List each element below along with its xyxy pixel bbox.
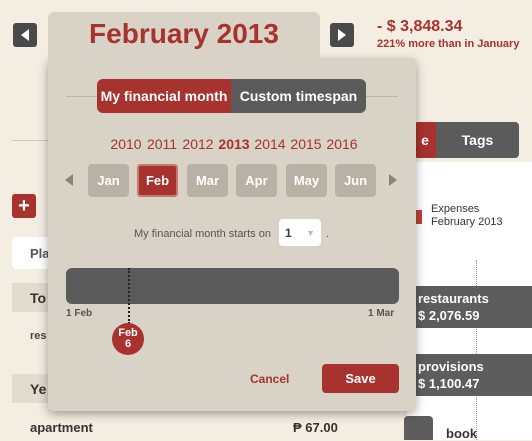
year-2011[interactable]: 2011 [144, 136, 180, 152]
plus-icon: + [18, 194, 30, 217]
month-comparison: 221% more than in January [377, 38, 520, 50]
cancel-button[interactable]: Cancel [250, 372, 289, 386]
year-2015[interactable]: 2015 [288, 136, 324, 152]
section-year: Ye [12, 374, 48, 403]
months-next-button[interactable] [389, 174, 397, 186]
category-amount: $ 1,100.47 [418, 376, 480, 391]
start-day-value: 1 [285, 225, 292, 240]
category-card[interactable]: restaurants $ 2,076.59 [410, 286, 532, 328]
marker-day: 6 [124, 338, 132, 350]
category-name: provisions [418, 359, 484, 374]
year-2012[interactable]: 2012 [180, 136, 216, 152]
year-2013[interactable]: 2013 [216, 136, 252, 152]
chevron-right-icon [389, 174, 397, 186]
month-jan[interactable]: Jan [88, 164, 129, 197]
start-day-suffix: . [326, 228, 330, 240]
month-mar[interactable]: Mar [187, 164, 228, 197]
category-amount: $ 2,076.59 [418, 308, 480, 323]
category-name: book [446, 426, 478, 441]
timeline-marker-line [128, 268, 130, 324]
tab-custom-timespan[interactable]: Custom timespan [231, 79, 366, 113]
tab-my-financial-month[interactable]: My financial month [97, 79, 231, 113]
month-timeline[interactable] [66, 268, 399, 304]
category-card[interactable]: provisions $ 1,100.47 [410, 354, 532, 396]
save-button[interactable]: Save [322, 364, 399, 393]
month-total: - $ 3,848.34 [377, 18, 463, 35]
year-selector: 2010 2011 2012 2013 2014 2015 2016 [108, 136, 360, 152]
chevron-left-icon [65, 174, 73, 186]
start-day-label: My financial month starts on [134, 228, 271, 240]
section-total-label: To [30, 289, 47, 306]
category-bar[interactable] [404, 416, 433, 440]
apartment-amount: ₱ 67.00 [293, 420, 338, 435]
row-label: res [30, 330, 47, 342]
divider [12, 140, 48, 141]
start-day-select[interactable]: 1 ▼ [279, 219, 321, 246]
timeline-end-label: 1 Mar [368, 308, 395, 319]
category-name: restaurants [418, 291, 489, 306]
chevron-right-icon [338, 29, 346, 41]
tab-plan[interactable]: Pla [12, 237, 50, 269]
month-apr[interactable]: Apr [236, 164, 277, 197]
months-prev-button[interactable] [65, 174, 73, 186]
prev-month-button[interactable] [13, 23, 37, 47]
year-2016[interactable]: 2016 [324, 136, 360, 152]
timeline-start-label: 1 Feb [66, 308, 93, 319]
tab-categories[interactable]: e [414, 122, 436, 158]
timespan-toggle: My financial month Custom timespan [97, 79, 366, 113]
chevron-left-icon [21, 29, 29, 41]
popover-title: February 2013 [89, 18, 279, 49]
tab-plan-label: Pla [30, 245, 50, 261]
chevron-down-icon: ▼ [306, 227, 315, 238]
section-year-label: Ye [30, 380, 47, 397]
add-button[interactable]: + [12, 194, 36, 218]
next-month-button[interactable] [330, 23, 354, 47]
month-may[interactable]: May [286, 164, 327, 197]
tab-categories-label: e [421, 132, 429, 148]
year-2014[interactable]: 2014 [252, 136, 288, 152]
month-feb[interactable]: Feb [137, 164, 178, 197]
section-total: To [12, 283, 48, 312]
legend-subtitle: February 2013 [431, 216, 503, 228]
year-2010[interactable]: 2010 [108, 136, 144, 152]
timeline-marker[interactable]: Feb 6 [112, 323, 144, 355]
legend-title: Expenses [431, 203, 480, 215]
apartment-label: apartment [30, 420, 93, 435]
tab-tags[interactable]: Tags [436, 122, 519, 158]
tab-tags-label: Tags [461, 132, 494, 148]
month-jun[interactable]: Jun [335, 164, 376, 197]
